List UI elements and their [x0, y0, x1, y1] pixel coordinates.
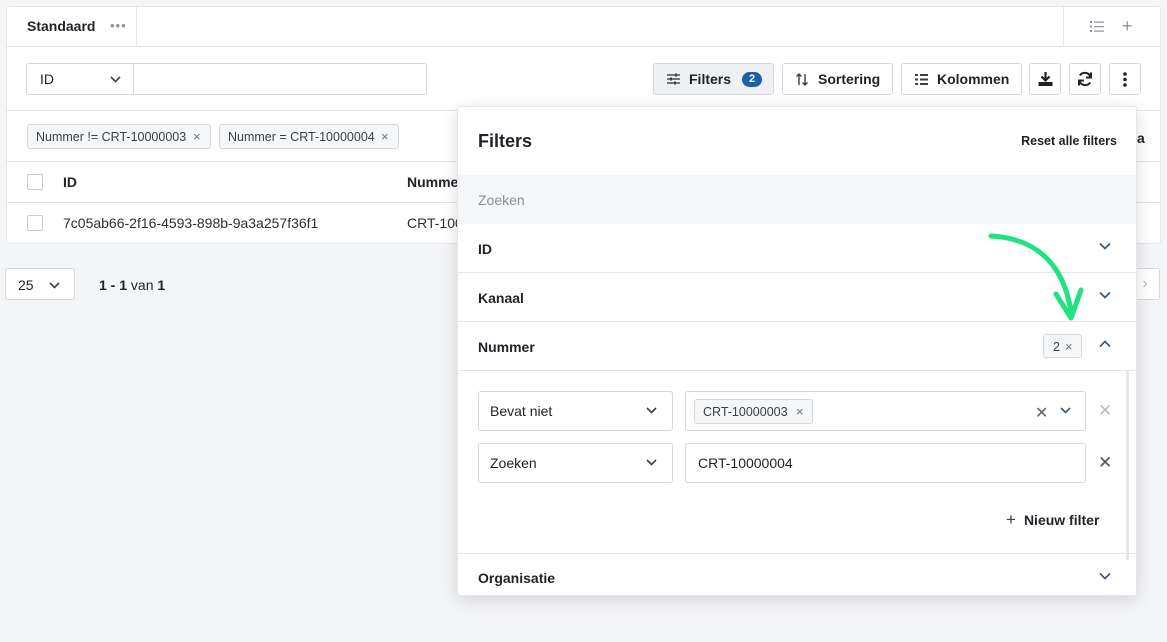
chevron-down-icon [110, 76, 121, 83]
chevron-up-icon [1099, 340, 1111, 348]
page-size-select[interactable]: 25 [5, 268, 75, 300]
new-filter-button[interactable]: + Nieuw filter [1006, 510, 1099, 530]
chevron-down-icon [49, 282, 60, 289]
chevron-right-icon: › [1142, 275, 1148, 292]
columns-icon [915, 74, 928, 85]
value-multiselect[interactable]: CRT-10000003 × ✕ [685, 391, 1086, 431]
nummer-filter-rules: Bevat niet CRT-10000003 × ✕ ✕ Zoeken CRT… [458, 371, 1136, 554]
field-select-value: ID [40, 71, 54, 87]
cell-nummer: CRT-100 [407, 215, 463, 231]
active-filter-chip[interactable]: Nummer != CRT-10000003 × [27, 124, 211, 149]
sliders-icon [667, 73, 680, 85]
chip-label: Nummer = CRT-10000004 [228, 130, 375, 144]
row-checkbox[interactable] [27, 215, 43, 231]
add-view-icon[interactable]: + [1122, 17, 1133, 35]
view-tab-standaard[interactable]: Standaard ••• [7, 7, 137, 47]
columns-button-label: Kolommen [937, 71, 1010, 87]
pagination-total: 1 [157, 277, 166, 293]
column-header-id[interactable]: ID [63, 174, 77, 190]
remove-rule-icon[interactable]: ✕ [1098, 401, 1112, 421]
select-all-checkbox[interactable] [27, 174, 43, 190]
sort-button[interactable]: Sortering [782, 63, 893, 95]
value-chip-label: CRT-10000003 [703, 405, 788, 419]
list-icon[interactable] [1090, 20, 1104, 33]
download-button[interactable] [1029, 63, 1061, 95]
annotation-arrow-icon [988, 233, 1084, 321]
filters-count-badge: 2 [742, 72, 762, 87]
operator-select[interactable]: Bevat niet [478, 391, 673, 431]
chevron-down-icon [646, 459, 657, 466]
filters-button[interactable]: Filters 2 [653, 63, 774, 95]
value-chip[interactable]: CRT-10000003 × [694, 399, 813, 424]
sort-icon [796, 73, 808, 86]
nummer-count: 2 [1053, 340, 1060, 354]
refresh-button[interactable] [1069, 63, 1101, 95]
filter-section-label: ID [478, 241, 492, 257]
tab-more-icon[interactable]: ••• [110, 18, 127, 33]
sort-button-label: Sortering [818, 71, 881, 87]
refresh-icon [1078, 71, 1092, 87]
reset-filters-button[interactable]: Reset alle filters [1021, 134, 1117, 148]
view-actions: + [1063, 7, 1160, 47]
filter-section-label: Nummer [478, 339, 535, 355]
nummer-count-chip[interactable]: 2 × [1043, 334, 1082, 358]
filter-section-label: Organisatie [478, 570, 556, 586]
filter-panel: Filters Reset alle filters ID Kanaal Num… [457, 106, 1137, 596]
columns-button[interactable]: Kolommen [901, 63, 1022, 95]
chevron-down-icon [1099, 242, 1111, 250]
page-size-value: 25 [18, 277, 34, 293]
close-icon[interactable]: × [381, 129, 389, 144]
close-icon[interactable]: × [1065, 339, 1073, 354]
chevron-down-icon [646, 407, 657, 414]
more-options-button[interactable] [1109, 63, 1141, 95]
view-tab-bar: Standaard ••• + [7, 7, 1160, 47]
panel-scrollbar[interactable] [1126, 370, 1129, 560]
close-icon[interactable]: × [796, 404, 804, 419]
filter-search-input[interactable] [458, 175, 1136, 224]
pagination-of: van [130, 277, 154, 293]
value-text: CRT-10000004 [698, 455, 793, 471]
more-vertical-icon [1123, 72, 1127, 87]
plus-icon: + [1006, 510, 1016, 529]
new-filter-label: Nieuw filter [1023, 512, 1100, 528]
filter-section-organisatie[interactable]: Organisatie [458, 554, 1136, 597]
chip-label: Nummer != CRT-10000003 [36, 130, 187, 144]
download-icon [1038, 72, 1053, 86]
filter-section-label: Kanaal [478, 290, 524, 306]
close-icon[interactable]: × [193, 129, 201, 144]
active-filter-chip[interactable]: Nummer = CRT-10000004 × [219, 124, 399, 149]
operator-value: Zoeken [490, 455, 537, 471]
value-input[interactable]: CRT-10000004 [685, 443, 1086, 483]
clear-icon[interactable]: ✕ [1035, 403, 1048, 423]
filter-section-nummer[interactable]: Nummer 2 × [458, 322, 1136, 371]
view-tab-label: Standaard [27, 18, 96, 34]
operator-select[interactable]: Zoeken [478, 443, 673, 483]
toolbar: ID Filters 2 Sortering Kolommen [7, 47, 1160, 111]
partially-hidden-text: a [1137, 130, 1145, 146]
pagination-info: 1 - 1 van 1 [99, 277, 165, 293]
filter-panel-title: Filters [478, 131, 533, 151]
chevron-down-icon [1060, 407, 1071, 414]
search-input[interactable] [134, 63, 427, 95]
remove-rule-icon[interactable]: ✕ [1098, 453, 1112, 473]
cell-id: 7c05ab66-2f16-4593-898b-9a3a257f36f1 [63, 215, 319, 231]
chevron-down-icon [1099, 291, 1111, 299]
filters-button-label: Filters [689, 71, 732, 87]
field-select[interactable]: ID [26, 63, 134, 95]
chevron-down-icon [1099, 572, 1111, 580]
operator-value: Bevat niet [490, 403, 553, 419]
column-header-nummer[interactable]: Nummer [407, 174, 464, 190]
pagination-range: 1 - 1 [99, 277, 128, 293]
